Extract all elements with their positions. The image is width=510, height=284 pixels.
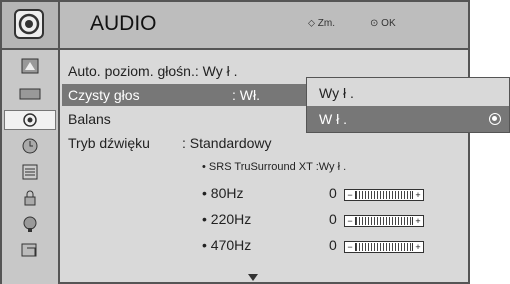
move-hint: ⬦ Zm. <box>308 18 335 29</box>
plus-icon: + <box>415 190 421 200</box>
ok-button-icon: ⊙ <box>370 18 379 29</box>
input-icon <box>23 216 37 232</box>
eq-slider-220hz[interactable]: − + <box>344 215 424 227</box>
eq-slider-track <box>355 191 413 199</box>
eq-band-label: • 470Hz <box>202 237 252 253</box>
usb-icon <box>21 243 37 257</box>
minus-icon: − <box>347 190 353 200</box>
eq-band-value: 0 <box>329 185 337 201</box>
sidebar-item-picture[interactable] <box>4 56 56 76</box>
selected-radio-icon <box>489 113 501 125</box>
lock-icon <box>24 190 36 206</box>
clear-voice-options-popup: Wy ł . W ł . <box>306 77 510 133</box>
sidebar-item-option[interactable] <box>4 162 56 182</box>
eq-slider-470hz[interactable]: − + <box>344 241 424 253</box>
eq-slider-80hz[interactable]: − + <box>344 189 424 201</box>
menu-item-srs[interactable]: • SRS TruSurround XT :Wy ł . <box>202 156 346 178</box>
eq-slider-track <box>355 243 413 251</box>
option-on[interactable]: W ł . <box>307 106 509 132</box>
navigate-arrows-icon: ⬦ <box>308 18 315 29</box>
sidebar-item-audio[interactable] <box>4 110 56 130</box>
minus-icon: − <box>347 242 353 252</box>
screen-icon <box>19 88 41 100</box>
eq-band-label: • 80Hz <box>202 185 244 201</box>
option-icon <box>22 164 38 180</box>
audio-menu-panel: AUDIO ⬦ Zm. ⊙ OK Auto. poziom. głośn.: W… <box>0 0 470 284</box>
eq-slider-track <box>355 217 413 225</box>
time-icon <box>22 138 38 154</box>
picture-icon <box>21 58 39 74</box>
scroll-down-arrow-icon[interactable] <box>248 274 258 281</box>
sidebar-item-usb[interactable] <box>4 240 56 260</box>
menu-item-sound-mode[interactable]: Tryb dźwięku : Standardowy <box>62 132 468 154</box>
ok-hint: ⊙ OK <box>370 18 396 29</box>
menu-header: AUDIO ⬦ Zm. ⊙ OK <box>2 2 468 50</box>
sidebar-item-time[interactable] <box>4 136 56 156</box>
eq-band-value: 0 <box>329 237 337 253</box>
category-sidebar <box>2 50 60 284</box>
option-off[interactable]: Wy ł . <box>307 80 509 106</box>
audio-icon <box>23 113 37 127</box>
plus-icon: + <box>415 242 421 252</box>
minus-icon: − <box>347 216 353 226</box>
clear-voice-value: : Wł. <box>232 87 260 103</box>
eq-band-label: • 220Hz <box>202 211 252 227</box>
plus-icon: + <box>415 216 421 226</box>
sound-mode-value: : Standardowy <box>182 135 272 151</box>
sidebar-item-input[interactable] <box>4 214 56 234</box>
sidebar-item-lock[interactable] <box>4 188 56 208</box>
audio-header-icon <box>2 2 60 48</box>
sidebar-item-screen[interactable] <box>4 84 56 104</box>
page-title: AUDIO <box>90 12 157 35</box>
eq-band-value: 0 <box>329 211 337 227</box>
